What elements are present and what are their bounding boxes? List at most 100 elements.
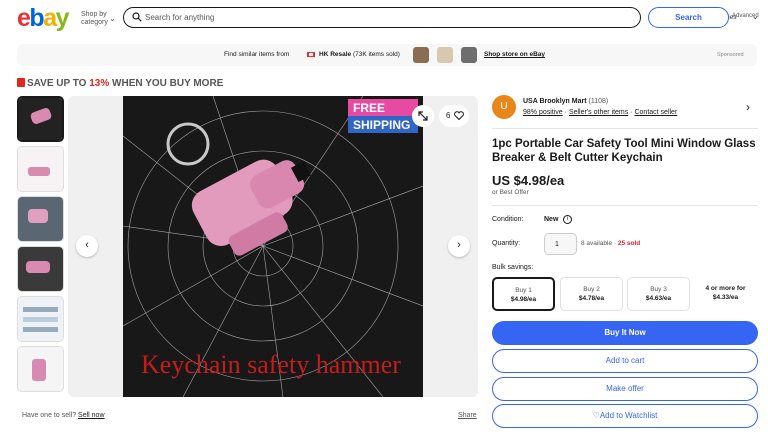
watch-count: 6 bbox=[446, 111, 451, 120]
category-label: category bbox=[81, 19, 108, 26]
add-to-watchlist-button[interactable]: ♡Add to Watchlist bbox=[492, 404, 758, 428]
thumbnail-image bbox=[18, 347, 63, 391]
store-item-thumbnail[interactable] bbox=[413, 47, 429, 63]
gallery-thumbnail[interactable] bbox=[17, 146, 64, 192]
bulk-option-buy-2[interactable]: Buy 2 $4.78/ea bbox=[560, 277, 623, 311]
image-gallery: FREE SHIPPING Keychain safety hammer ‹ ›… bbox=[68, 96, 478, 397]
other-items-link[interactable]: Seller's other items bbox=[569, 109, 628, 116]
search-bar: All Categories ⌄ bbox=[123, 7, 759, 28]
heart-icon: ♡ bbox=[592, 411, 600, 420]
share-link[interactable]: Share bbox=[458, 412, 477, 419]
next-image-button[interactable]: › bbox=[448, 235, 470, 257]
header: ebay Shop by category ⌄ All Categories ⌄… bbox=[0, 0, 768, 38]
feedback-link[interactable]: 98% positive bbox=[523, 109, 563, 116]
sell-prompt-text: Have one to sell? bbox=[22, 412, 77, 419]
logo-letter: a bbox=[43, 4, 57, 32]
seller-card[interactable]: U USA Brooklyn Mart (1108) 98% positive … bbox=[492, 95, 758, 123]
thumbnail-image bbox=[18, 297, 63, 341]
save-suffix: WHEN YOU BUY MORE bbox=[109, 78, 224, 89]
shop-by-label: Shop by bbox=[81, 11, 107, 18]
save-percent: 13% bbox=[89, 78, 110, 89]
save-prefix: SAVE UP TO bbox=[27, 78, 90, 89]
bulk-option-price: $4.78/ea bbox=[578, 295, 605, 302]
bulk-option-label: Buy 2 bbox=[583, 286, 600, 293]
advanced-search-link[interactable]: Advanced bbox=[732, 13, 759, 19]
gallery-thumbnail[interactable] bbox=[17, 296, 64, 342]
product-price: US $4.98/ea bbox=[492, 173, 565, 188]
watchlist-label: Add to Watchlist bbox=[599, 411, 658, 420]
gallery-thumbnail[interactable] bbox=[17, 246, 64, 292]
shop-by-category-button[interactable]: Shop by category ⌄ bbox=[81, 11, 116, 27]
buy-it-now-button[interactable]: Buy It Now bbox=[492, 321, 758, 345]
bulk-option-price: $4.63/ea bbox=[645, 295, 672, 302]
product-photo: FREE SHIPPING Keychain safety hammer bbox=[123, 96, 423, 397]
sell-prompt: Have one to sell? Sell now bbox=[22, 412, 105, 419]
expand-image-button[interactable] bbox=[412, 105, 434, 127]
sponsored-label: Sponsored bbox=[717, 52, 744, 58]
gallery-thumbnail[interactable] bbox=[17, 196, 64, 242]
store-item-thumbnail[interactable] bbox=[461, 47, 477, 63]
watch-count-button[interactable]: 6 bbox=[439, 105, 469, 127]
gallery-thumbnail[interactable] bbox=[17, 346, 64, 392]
chevron-down-icon: ⌄ bbox=[109, 14, 116, 23]
store-name-link[interactable]: HK Resale (73K items sold) bbox=[319, 51, 400, 58]
divider bbox=[492, 128, 758, 129]
image-caption: Keychain safety hammer bbox=[141, 350, 401, 379]
similar-items-text: Find similar items from bbox=[224, 51, 290, 58]
thumbnail-image bbox=[18, 197, 63, 241]
make-offer-button[interactable]: Make offer bbox=[492, 377, 758, 401]
bulk-option-buy-4-plus[interactable]: 4 or more for $4.33/ea bbox=[694, 277, 757, 311]
divider bbox=[492, 205, 758, 206]
free-badge-line1: FREE bbox=[353, 101, 385, 115]
bulk-savings-banner: SAVE UP TO 13% WHEN YOU BUY MORE bbox=[17, 78, 223, 89]
gallery-thumbnail[interactable] bbox=[17, 96, 64, 142]
heart-icon bbox=[454, 111, 464, 120]
sell-now-link[interactable]: Sell now bbox=[78, 412, 104, 419]
thumbnail-image bbox=[18, 247, 63, 291]
store-logo-icon bbox=[307, 52, 315, 57]
bulk-option-label: Buy 1 bbox=[515, 287, 532, 294]
quantity-input[interactable]: 1 bbox=[544, 233, 577, 255]
main-product-image[interactable]: FREE SHIPPING Keychain safety hammer bbox=[123, 96, 423, 397]
store-name: HK Resale bbox=[319, 51, 352, 58]
bulk-option-label: Buy 3 bbox=[650, 286, 667, 293]
sold-count: 25 sold bbox=[617, 240, 641, 247]
expand-icon bbox=[418, 111, 428, 121]
search-button[interactable]: Search bbox=[648, 7, 729, 28]
previous-image-button[interactable]: ‹ bbox=[76, 235, 98, 257]
avatar: U bbox=[492, 95, 516, 119]
contact-seller-link[interactable]: Contact seller bbox=[634, 109, 677, 116]
condition-value: New bbox=[544, 216, 559, 223]
logo-letter: y bbox=[55, 4, 70, 32]
shop-store-link[interactable]: Shop store on eBay bbox=[484, 51, 545, 58]
best-offer-label: or Best Offer bbox=[492, 189, 529, 196]
sponsored-store-banner: Find similar items from HK Resale (73K i… bbox=[17, 44, 757, 66]
product-title: 1pc Portable Car Safety Tool Mini Window… bbox=[492, 138, 756, 164]
bulk-option-buy-1[interactable]: Buy 1 $4.98/ea bbox=[492, 277, 555, 311]
quantity-label: Quantity: bbox=[492, 240, 521, 247]
feedback-count: (1108) bbox=[588, 98, 609, 105]
bulk-option-price: $4.33/ea bbox=[712, 294, 739, 301]
search-input[interactable] bbox=[145, 10, 565, 25]
free-badge-line2: SHIPPING bbox=[353, 118, 410, 132]
seller-name[interactable]: USA Brooklyn Mart (1108) bbox=[523, 98, 608, 105]
thumbnail-image bbox=[18, 147, 63, 191]
logo-letter: b bbox=[29, 4, 44, 32]
thumbnail-image bbox=[19, 98, 62, 140]
search-icon bbox=[132, 12, 142, 22]
logo-letter: e bbox=[17, 4, 31, 32]
availability-text: 8 available · 25 sold bbox=[581, 240, 641, 247]
items-sold-count: (73K items sold) bbox=[352, 51, 400, 58]
bulk-option-label: 4 or more for bbox=[705, 285, 746, 292]
chevron-right-icon: › bbox=[746, 100, 750, 114]
seller-name-text: USA Brooklyn Mart bbox=[523, 98, 587, 105]
store-item-thumbnail[interactable] bbox=[437, 47, 453, 63]
bulk-option-price: $4.98/ea bbox=[510, 296, 537, 303]
ebay-logo[interactable]: ebay bbox=[17, 4, 70, 33]
info-icon[interactable]: i bbox=[563, 215, 572, 224]
price-tag-icon bbox=[17, 78, 25, 87]
bulk-option-buy-3[interactable]: Buy 3 $4.63/ea bbox=[627, 277, 690, 311]
add-to-cart-button[interactable]: Add to cart bbox=[492, 349, 758, 373]
seller-links: 98% positive · Seller's other items · Co… bbox=[523, 109, 678, 116]
bulk-savings-label: Bulk savings: bbox=[492, 264, 534, 271]
